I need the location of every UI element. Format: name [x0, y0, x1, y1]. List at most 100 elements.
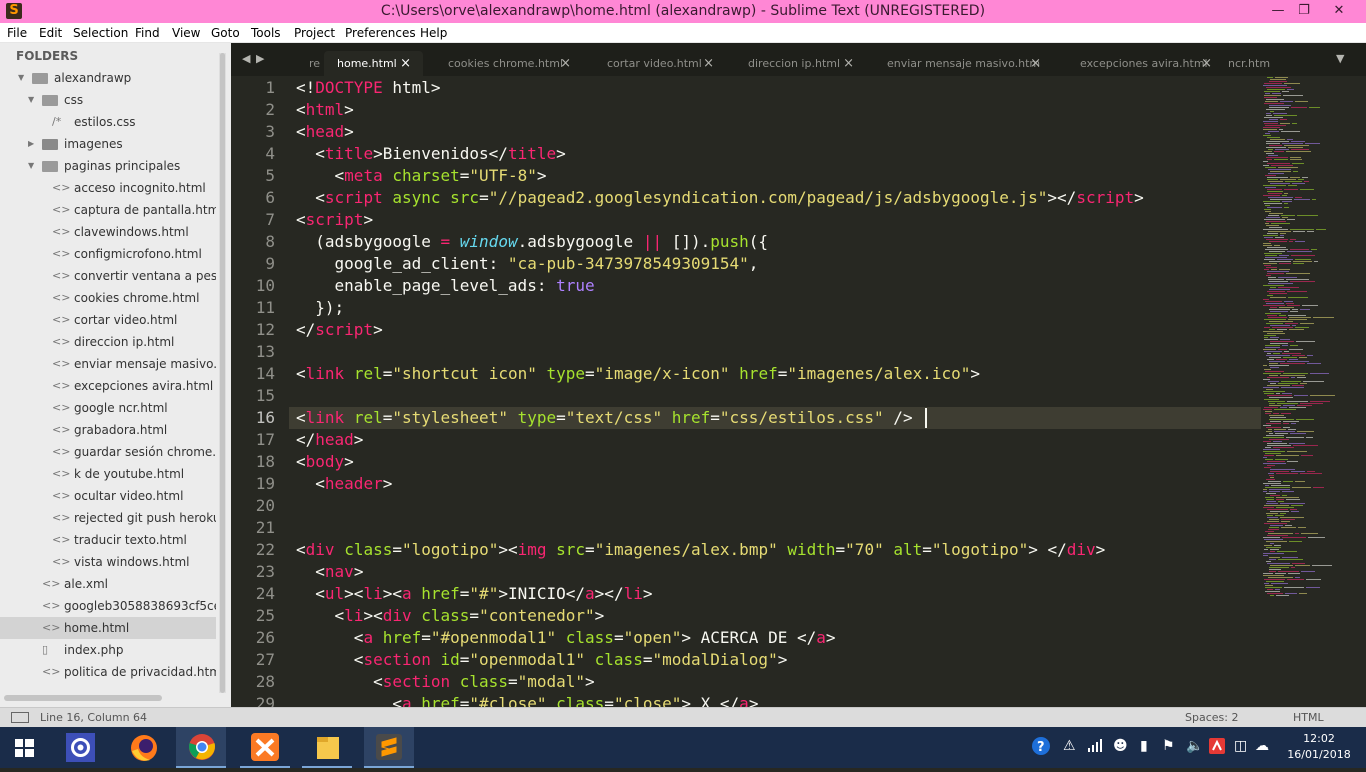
code-line[interactable]: <script> [296, 209, 373, 231]
system-clock[interactable]: 12:02 16/01/2018 [1284, 731, 1354, 763]
tab-scroll-right-icon[interactable]: ▶ [256, 52, 264, 65]
sidebar-item[interactable]: ▼ alexandrawp [0, 67, 216, 89]
network-icon[interactable]: ◫ [1234, 738, 1247, 754]
code-line[interactable]: <title>Bienvenidos</title> [296, 143, 565, 165]
menu-view[interactable]: View [172, 26, 200, 40]
sidebar-item[interactable]: <> vista windows.html [0, 551, 216, 573]
close-tab-icon[interactable]: × [843, 51, 854, 76]
close-icon[interactable]: ✕ [1322, 0, 1356, 23]
sidebar-item[interactable]: <> acceso incognito.html [0, 177, 216, 199]
sidebar-item[interactable]: <> excepciones avira.html [0, 375, 216, 397]
code-line[interactable]: enable_page_level_ads: true [296, 275, 595, 297]
code-line[interactable]: <a href="#close" class="close"> X </a> [296, 693, 758, 707]
tab-re[interactable]: re [309, 51, 323, 76]
chevron-down-icon[interactable]: ▼ [28, 89, 34, 111]
minimap[interactable] [1261, 77, 1341, 707]
volume-icon[interactable]: 🔈 [1186, 738, 1203, 754]
close-tab-icon[interactable]: × [703, 51, 714, 76]
sidebar-item[interactable]: <> cookies chrome.html [0, 287, 216, 309]
close-tab-icon[interactable]: × [400, 51, 411, 76]
sidebar-item[interactable]: <>guardar sesión chrome.htm [0, 441, 216, 463]
code-line[interactable]: <html> [296, 99, 354, 121]
code-line[interactable]: <body> [296, 451, 354, 473]
sidebar-item[interactable]: <> politica de privacidad.html [0, 661, 216, 683]
sidebar-item[interactable]: <> home.html [0, 617, 216, 639]
menu-project[interactable]: Project [294, 26, 335, 40]
sidebar-item[interactable]: <>enviar mensaje masivo.htm [0, 353, 216, 375]
sidebar-item[interactable]: ▼ paginas principales [0, 155, 216, 177]
chevron-down-icon[interactable]: ▼ [28, 155, 34, 177]
sidebar-item[interactable]: <> google ncr.html [0, 397, 216, 419]
sidebar-item[interactable]: <> configmicrofono.html [0, 243, 216, 265]
indentation-setting[interactable]: Spaces: 2 [1185, 711, 1238, 724]
sidebar-item[interactable]: <> ocultar video.html [0, 485, 216, 507]
editor-scrollbar[interactable] [1342, 77, 1366, 707]
people-icon[interactable]: ☻ [1113, 738, 1128, 754]
windows-start-icon[interactable] [0, 727, 50, 768]
sidebar-scrollbar[interactable] [219, 53, 226, 693]
avira-icon[interactable] [1209, 738, 1225, 758]
tab-ncr[interactable]: ncr.html [1228, 51, 1270, 76]
chevron-right-icon[interactable]: ▶ [28, 133, 34, 155]
help-icon[interactable]: ? [1031, 736, 1051, 760]
sidebar-item[interactable]: <> direccion ip.html [0, 331, 216, 353]
menu-tools[interactable]: Tools [251, 26, 281, 40]
code-line[interactable]: </head> [296, 429, 363, 451]
menu-find[interactable]: Find [135, 26, 160, 40]
sidebar-item[interactable]: <>rejected git push heroku m [0, 507, 216, 529]
sidebar-item[interactable]: ▯ index.php [0, 639, 216, 661]
sidebar-item[interactable]: <> clavewindows.html [0, 221, 216, 243]
code-line[interactable]: <head> [296, 121, 354, 143]
onedrive-icon[interactable]: ☁ [1255, 738, 1269, 754]
code-line[interactable]: <a href="#openmodal1" class="open"> ACER… [296, 627, 836, 649]
code-line[interactable]: }); [296, 297, 344, 319]
settings-icon[interactable] [55, 727, 105, 768]
code-line[interactable]: <li><div class="contenedor"> [296, 605, 605, 627]
code-line[interactable]: <link rel="shortcut icon" type="image/x-… [296, 363, 980, 385]
code-line[interactable]: <header> [296, 473, 392, 495]
tab-excepciones-avira[interactable]: excepciones avira.html × [1080, 51, 1212, 76]
code-line[interactable]: <nav> [296, 561, 363, 583]
code-line[interactable]: <meta charset="UTF-8"> [296, 165, 547, 187]
code-line[interactable]: <script async src="//pagead2.googlesyndi… [296, 187, 1143, 209]
tab-cortar-video[interactable]: cortar video.html × [607, 51, 714, 76]
code-editor[interactable]: <!DOCTYPE html> <html> <head> <title>Bienv… [296, 77, 1258, 707]
chrome-icon[interactable] [176, 727, 226, 768]
menu-help[interactable]: Help [420, 26, 447, 40]
sidebar-item[interactable]: /* estilos.css [0, 111, 216, 133]
close-tab-icon[interactable]: × [1201, 51, 1212, 76]
xampp-icon[interactable] [240, 727, 290, 768]
file-explorer-icon[interactable] [302, 727, 352, 768]
sidebar-item[interactable]: <> captura de pantalla.html [0, 199, 216, 221]
chevron-down-icon[interactable]: ▼ [18, 67, 24, 89]
firefox-icon[interactable] [118, 727, 168, 768]
tab-list-icon[interactable]: ▼ [1336, 52, 1344, 65]
menu-edit[interactable]: Edit [39, 26, 62, 40]
tab-enviar-mensaje[interactable]: enviar mensaje masivo.html × [887, 51, 1041, 76]
close-tab-icon[interactable]: × [1030, 51, 1041, 76]
flag-icon[interactable]: ⚑ [1162, 738, 1175, 754]
maximize-icon[interactable]: ❐ [1287, 0, 1321, 23]
tab-scroll-left-icon[interactable]: ◀ [242, 52, 250, 65]
code-line[interactable]: <ul><li><a href="#">INICIO</a></li> [296, 583, 652, 605]
menu-selection[interactable]: Selection [73, 26, 128, 40]
code-line[interactable]: </script> [296, 319, 383, 341]
code-line[interactable]: <section id="openmodal1" class="modalDia… [296, 649, 788, 671]
syntax-setting[interactable]: HTML [1293, 711, 1324, 724]
sidebar-item[interactable]: ▼ css [0, 89, 216, 111]
sidebar-horizontal-scrollbar[interactable] [4, 695, 162, 701]
sidebar-item[interactable]: <> k de youtube.html [0, 463, 216, 485]
close-tab-icon[interactable]: × [560, 51, 571, 76]
tab-direccion-ip[interactable]: direccion ip.html × [748, 51, 854, 76]
menu-preferences[interactable]: Preferences [345, 26, 416, 40]
sublime-text-icon[interactable] [364, 727, 414, 768]
code-line[interactable]: <div class="logotipo"><img src="imagenes… [296, 539, 1105, 561]
code-line[interactable]: google_ad_client: "ca-pub-34739785493091… [296, 253, 759, 275]
code-line[interactable]: <link rel="stylesheet" type="text/css" h… [296, 407, 913, 429]
tab-home-html[interactable]: home.html × [324, 51, 423, 76]
menu-goto[interactable]: Goto [211, 26, 240, 40]
sidebar-item[interactable]: ▶ imagenes [0, 133, 216, 155]
code-line[interactable]: <section class="modal"> [296, 671, 595, 693]
signal-icon[interactable] [1088, 738, 1102, 756]
tab-cookies-chrome[interactable]: cookies chrome.html × [448, 51, 571, 76]
